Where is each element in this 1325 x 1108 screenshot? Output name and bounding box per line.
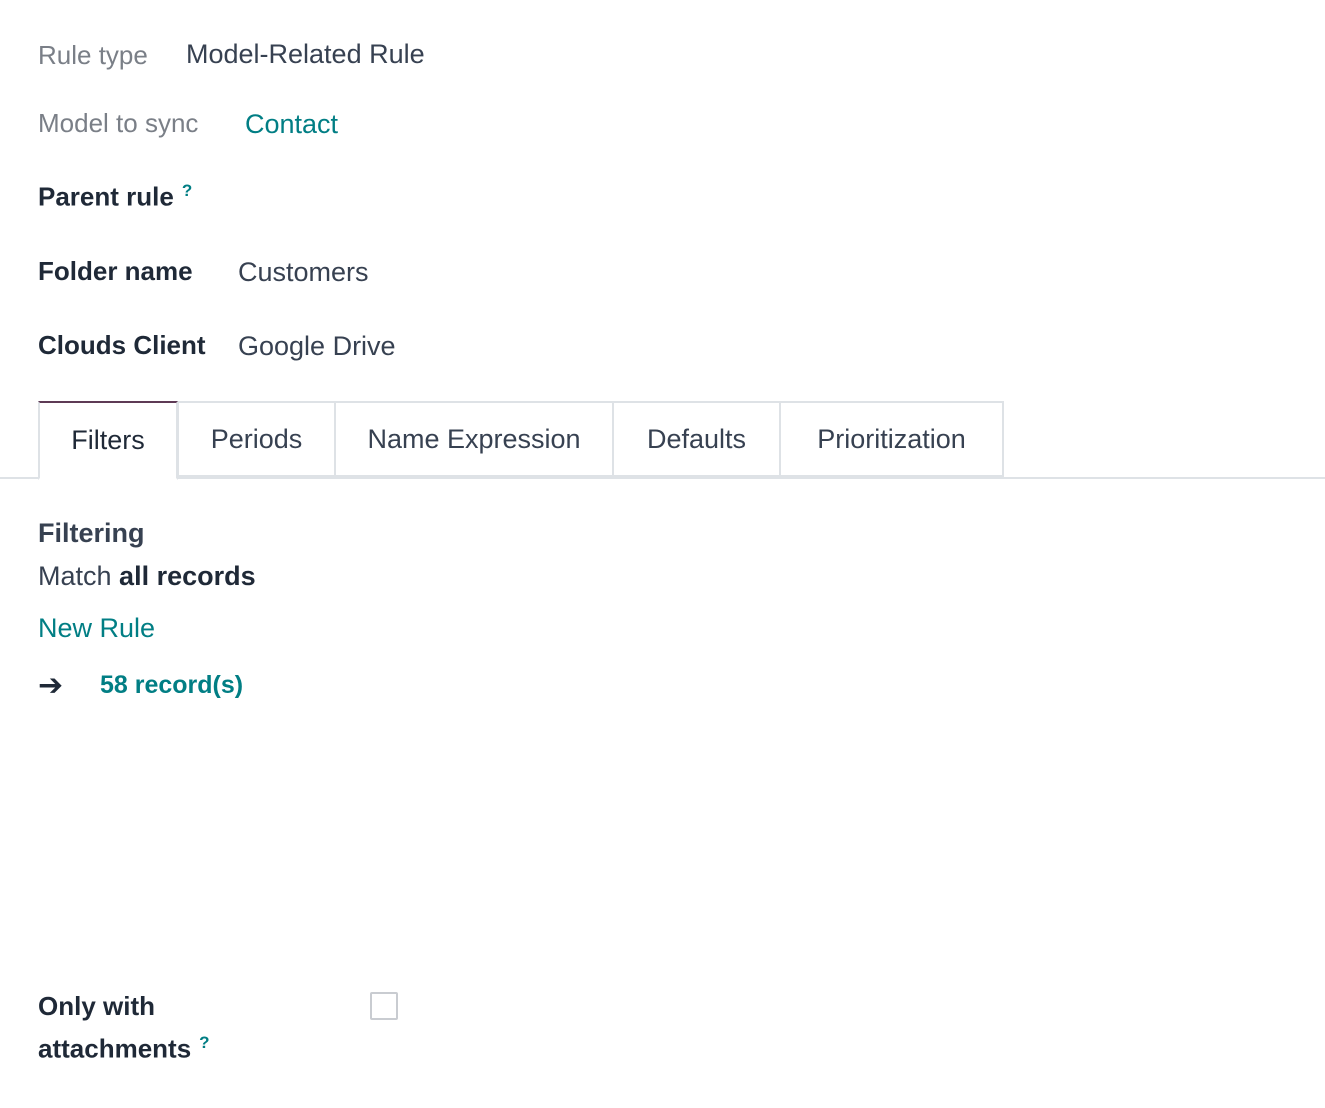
tabs-baseline xyxy=(0,477,1325,479)
only-with-attachments-label-line2: attachments? xyxy=(38,1033,210,1065)
match-prefix: Match xyxy=(38,561,112,591)
model-to-sync-label: Model to sync xyxy=(38,108,199,138)
parent-rule-label: Parent rule? xyxy=(38,181,192,213)
help-tooltip-icon[interactable]: ? xyxy=(182,181,192,200)
folder-name-label: Folder name xyxy=(38,256,193,286)
model-to-sync-link[interactable]: Contact xyxy=(245,109,338,140)
arrow-right-icon: ➔ xyxy=(38,669,64,702)
tab-prioritization[interactable]: Prioritization xyxy=(779,401,1004,477)
tab-name-expression[interactable]: Name Expression xyxy=(334,401,614,477)
tab-filters[interactable]: Filters xyxy=(38,401,178,480)
only-with-attachments-label-text: attachments xyxy=(38,1033,192,1064)
tab-periods[interactable]: Periods xyxy=(177,401,336,477)
parent-rule-label-text: Parent rule xyxy=(38,181,174,212)
records-count-link[interactable]: 58 record(s) xyxy=(100,671,243,700)
new-rule-link[interactable]: New Rule xyxy=(38,613,155,644)
only-with-attachments-label-line1: Only with xyxy=(38,991,155,1021)
rule-type-value[interactable]: Model-Related Rule xyxy=(186,39,425,70)
clouds-client-label: Clouds Client xyxy=(38,330,206,360)
rule-type-label: Rule type xyxy=(38,40,148,70)
filtering-title: Filtering xyxy=(38,518,145,548)
clouds-client-value[interactable]: Google Drive xyxy=(238,331,396,362)
match-value: all records xyxy=(119,561,256,591)
match-description: Match all records xyxy=(38,561,256,592)
folder-name-value[interactable]: Customers xyxy=(238,257,369,288)
tab-defaults[interactable]: Defaults xyxy=(612,401,781,477)
help-tooltip-icon[interactable]: ? xyxy=(199,1033,209,1052)
only-with-attachments-checkbox[interactable] xyxy=(370,992,398,1020)
